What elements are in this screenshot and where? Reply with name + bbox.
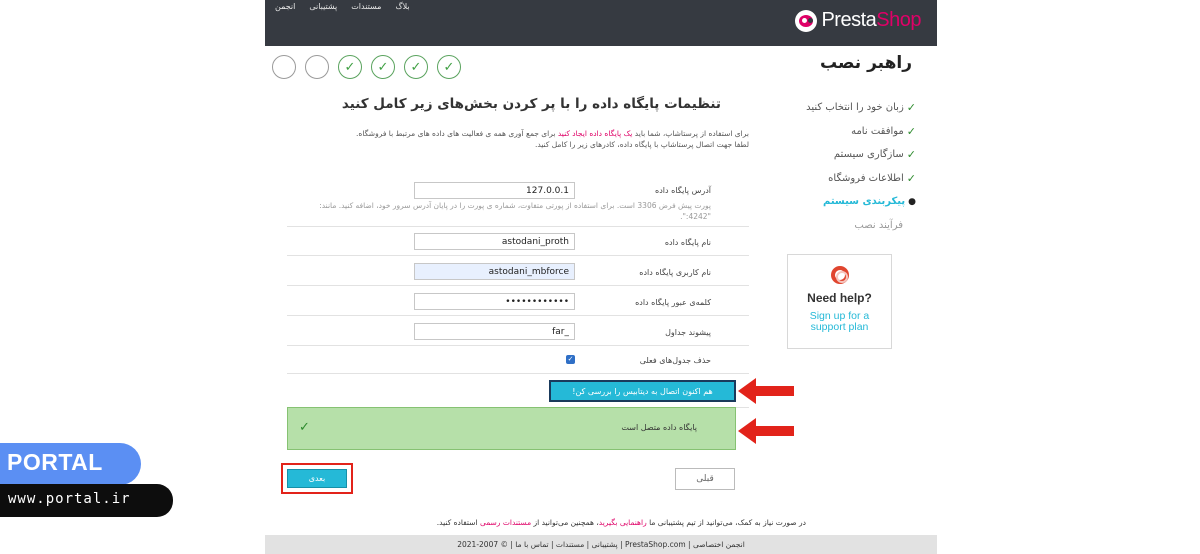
create-db-link[interactable]: یک پایگاه داده ایجاد کنید <box>558 129 633 138</box>
db-name-row: نام پایگاه داده <box>287 227 749 256</box>
table-prefix-label: پیشوند جداول <box>665 328 711 337</box>
wizard-title: راهبر نصب <box>820 53 912 73</box>
db-connected-alert: پایگاه داده متصل است ✓ <box>287 407 736 450</box>
drop-tables-row: حذف جدول‌های فعلی ✓ <box>287 346 749 374</box>
check-icon: ✓ <box>377 59 389 75</box>
top-header: انجمن پشتیبانی مستندات بلاگ PrestaShop <box>265 0 937 46</box>
db-user-row: نام کاربری پایگاه داده <box>287 256 749 286</box>
table-prefix-input[interactable] <box>414 323 575 340</box>
step-circle-5 <box>305 55 329 79</box>
prestashop-logo[interactable]: PrestaShop <box>795 9 921 32</box>
installer-page: انجمن پشتیبانی مستندات بلاگ PrestaShop ✓… <box>0 0 1200 554</box>
support-plan-link[interactable]: Sign up for a support plan <box>788 311 891 333</box>
db-user-label: نام کاربری پایگاه داده <box>639 268 711 277</box>
drop-tables-label: حذف جدول‌های فعلی <box>639 356 711 365</box>
main-content: تنظیمات پایگاه داده را با پر کردن بخش‌ها… <box>287 96 749 408</box>
nav-forum-link[interactable]: انجمن <box>275 2 295 11</box>
intro-text: برای استفاده از پرستاشاپ، شما باید یک پا… <box>356 129 749 149</box>
previous-button[interactable]: قبلی <box>675 468 735 490</box>
db-name-input[interactable] <box>414 233 575 250</box>
success-check-icon: ✓ <box>299 420 310 435</box>
check-icon: ✓ <box>344 59 356 75</box>
help-box: Need help? Sign up for a support plan <box>787 254 892 349</box>
official-docs-link[interactable]: مستندات رسمی <box>480 518 531 527</box>
table-prefix-row: پیشوند جداول <box>287 316 749 346</box>
bullet-icon: ● <box>908 196 916 207</box>
portal-url-text: www.portal.ir <box>8 491 131 507</box>
nav-docs-link[interactable]: مستندات <box>351 2 381 11</box>
step-circle-4: ✓ <box>338 55 362 79</box>
sidebar-item-language: ✓ زبان خود را انتخاب کنید <box>806 101 916 115</box>
db-password-row: کلمه‌ی عبور پایگاه داده <box>287 286 749 316</box>
lifebuoy-icon <box>830 266 849 284</box>
nav-blog-link[interactable]: بلاگ <box>395 2 409 11</box>
check-icon: ✓ <box>443 59 455 75</box>
next-button-highlight: بعدی <box>281 463 353 494</box>
db-password-label: کلمه‌ی عبور پایگاه داده <box>635 298 711 307</box>
db-server-hint: پورت پیش فرض 3306 است. برای استفاده از پ… <box>319 201 711 221</box>
sidebar-item-store-info: ✓ اطلاعات فروشگاه <box>828 171 916 185</box>
red-arrow-annotation-icon <box>738 418 794 444</box>
check-icon: ✓ <box>410 59 422 75</box>
db-server-label: آدرس پایگاه داده <box>655 186 711 195</box>
db-user-input[interactable] <box>414 263 575 280</box>
red-arrow-annotation-icon <box>738 378 794 404</box>
logo-text: PrestaShop <box>821 9 921 31</box>
db-password-input[interactable] <box>414 293 575 310</box>
page-footer: انجمن اختصاصی | PrestaShop.com | پشتیبان… <box>265 535 937 554</box>
sidebar-item-compatibility: ✓ سازگاری سیستم <box>833 148 916 162</box>
top-nav: انجمن پشتیبانی مستندات بلاگ <box>275 2 410 11</box>
prestashop-logo-icon <box>795 9 818 32</box>
nav-support-link[interactable]: پشتیبانی <box>309 2 337 11</box>
help-footnote: در صورت نیاز به کمک، می‌توانید از تیم پش… <box>436 518 806 527</box>
test-db-connection-button[interactable]: هم اکنون اتصال به دیتابیس را بررسی کن! <box>549 380 736 402</box>
support-team-link[interactable]: راهنمایی بگیرید <box>599 518 647 527</box>
page-title: تنظیمات پایگاه داده را با پر کردن بخش‌ها… <box>341 96 721 112</box>
db-connected-text: پایگاه داده متصل است <box>621 423 697 432</box>
drop-tables-checkbox[interactable]: ✓ <box>566 355 575 364</box>
next-button[interactable]: بعدی <box>287 469 347 488</box>
check-icon: ✓ <box>906 101 916 115</box>
step-circle-6 <box>272 55 296 79</box>
portal-watermark-text: PORTAL <box>7 449 103 475</box>
help-title: Need help? <box>807 291 872 305</box>
step-progress: ✓ ✓ ✓ ✓ <box>272 55 461 79</box>
check-icon: ✓ <box>906 148 916 162</box>
sidebar-steps: ✓ زبان خود را انتخاب کنید ✓ موافقت نامه ✓ س… <box>786 96 916 237</box>
sidebar-item-system-config: ● پیکربندی سیستم <box>822 196 916 208</box>
step-circle-2: ✓ <box>404 55 428 79</box>
check-icon: ✓ <box>906 171 916 185</box>
sidebar-item-license: ✓ موافقت نامه <box>851 124 916 138</box>
db-server-input[interactable] <box>414 182 575 199</box>
check-icon: ✓ <box>906 124 916 138</box>
db-name-label: نام پایگاه داده <box>664 238 711 247</box>
step-circle-1: ✓ <box>437 55 461 79</box>
sidebar-item-install: فرآیند نصب <box>854 219 903 231</box>
db-server-row: آدرس پایگاه داده پورت پیش فرض 3306 است. … <box>287 180 749 227</box>
step-circle-3: ✓ <box>371 55 395 79</box>
